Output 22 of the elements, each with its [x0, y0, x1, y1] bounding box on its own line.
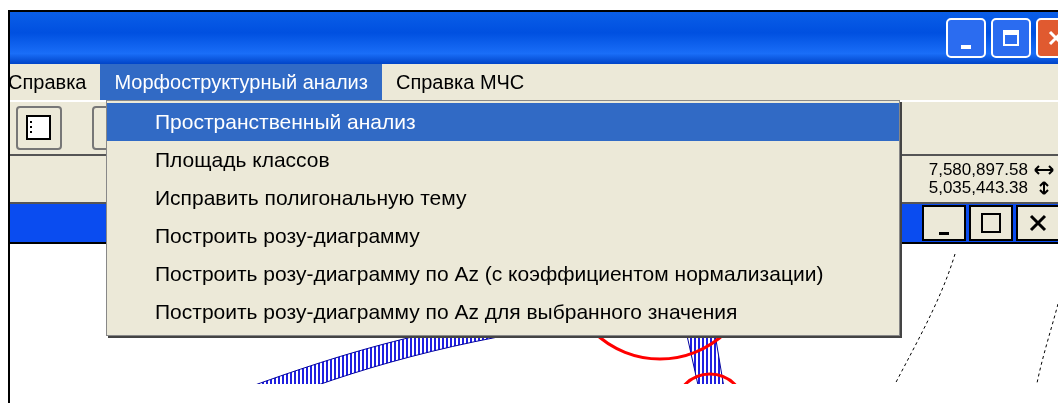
close-button[interactable]: [1016, 205, 1058, 241]
x-coordinate: 7,580,897.58: [928, 161, 1028, 179]
menu-item[interactable]: Пространственный анализ: [107, 103, 899, 141]
minimize-icon: [939, 231, 949, 235]
menu-item[interactable]: Морфоструктурный анализ: [100, 64, 382, 100]
menu-item[interactable]: Построить розу-диаграмму по Az для выбранного значения: [107, 293, 899, 331]
toolbar-button[interactable]: [16, 106, 62, 150]
menu-item[interactable]: Справка: [2, 64, 101, 100]
menu-item[interactable]: Построить розу-диаграмму: [107, 217, 899, 255]
menu-item[interactable]: Площадь классов: [107, 141, 899, 179]
maximize-icon: [1002, 29, 1020, 47]
minimize-button[interactable]: [922, 205, 966, 241]
menu-item[interactable]: Построить розу-диаграмму по Az (с коэффициентом нормализации): [107, 255, 899, 293]
close-icon: [1029, 214, 1047, 232]
menu-item[interactable]: Исправить полигональную тему: [107, 179, 899, 217]
menu-item[interactable]: Справка МЧС: [381, 64, 539, 100]
minimize-icon: [961, 45, 971, 49]
maximize-icon: [980, 212, 1002, 234]
list-window-icon: [26, 115, 52, 141]
horizontal-arrow-icon: [1034, 164, 1054, 176]
y-coordinate: 5,035,443.38: [928, 179, 1028, 197]
maximize-button[interactable]: [969, 205, 1013, 241]
